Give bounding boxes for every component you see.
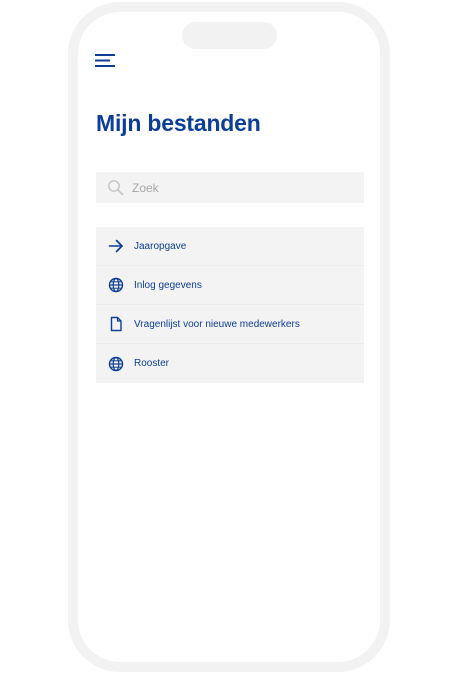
file-item-jaaropgave[interactable]: Jaaropgave	[96, 227, 364, 266]
app-screen: Mijn bestanden Jaaropgave	[78, 12, 380, 662]
search-bar[interactable]	[96, 172, 364, 203]
file-item-label: Vragenlijst voor nieuwe medewerkers	[134, 318, 300, 330]
search-icon	[107, 179, 124, 196]
file-list: Jaaropgave Inlog gegevens Vragenlijst vo…	[96, 227, 364, 383]
file-item-label: Inlog gegevens	[134, 279, 202, 291]
hamburger-menu-icon	[95, 52, 117, 68]
hamburger-menu-button[interactable]	[95, 52, 117, 68]
file-item-vragenlijst[interactable]: Vragenlijst voor nieuwe medewerkers	[96, 305, 364, 344]
document-icon	[108, 316, 124, 332]
file-item-inlog-gegevens[interactable]: Inlog gegevens	[96, 266, 364, 305]
file-item-label: Jaaropgave	[134, 240, 187, 252]
file-item-label: Rooster	[134, 358, 170, 369]
globe-icon	[108, 277, 124, 293]
file-item-rooster[interactable]: Rooster	[96, 344, 364, 383]
arrow-right-icon	[108, 238, 124, 254]
page-title: Mijn bestanden	[96, 110, 261, 136]
search-input[interactable]	[132, 180, 332, 195]
globe-icon	[108, 356, 124, 372]
